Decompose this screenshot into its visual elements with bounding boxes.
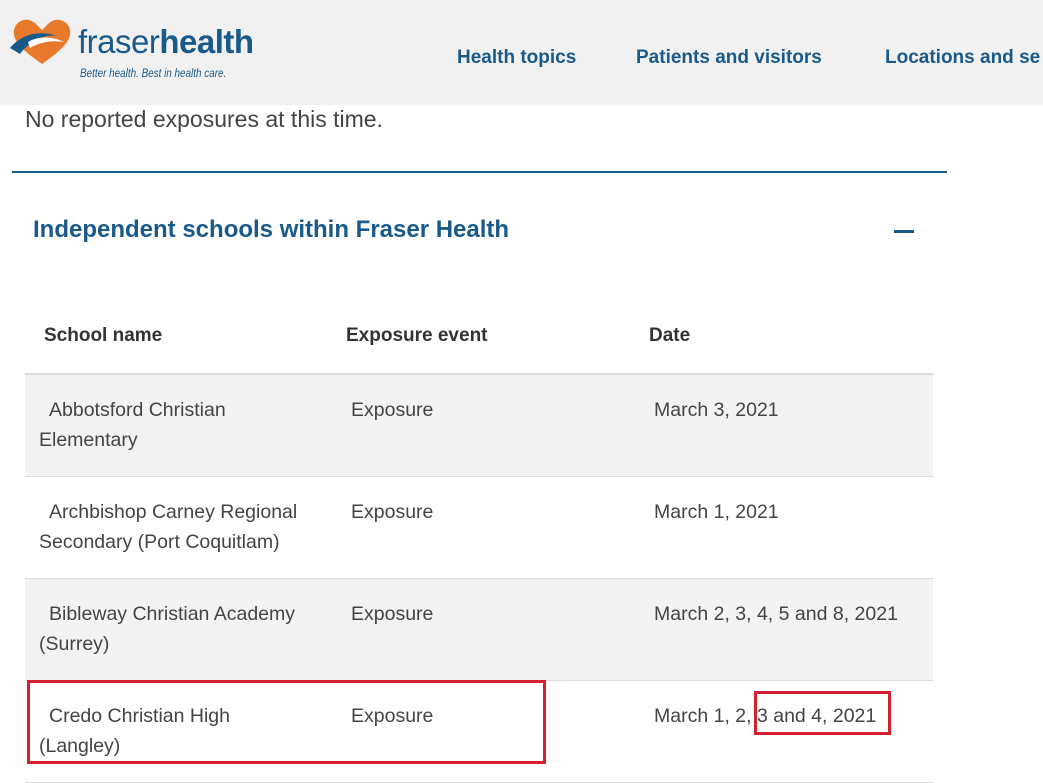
section-divider xyxy=(12,171,947,173)
table-row: Credo Christian High (Langley) Exposure M… xyxy=(25,681,933,783)
exposures-table: School name Exposure event Date Abbotsfo… xyxy=(25,305,933,783)
logo-tagline: Better health. Best in health care. xyxy=(80,68,227,80)
date-cell: March 3, 2021 xyxy=(654,399,779,421)
header-school-name: School name xyxy=(44,325,163,346)
header-exposure-event: Exposure event xyxy=(346,325,488,346)
logo-word-bold: health xyxy=(159,23,254,60)
date-cell: March 1, 2021 xyxy=(654,501,779,523)
logo-wordmark: fraserhealth xyxy=(78,22,254,62)
school-name-cell: Abbotsford Christian Elementary xyxy=(39,395,314,455)
nav-health-topics[interactable]: Health topics xyxy=(457,47,576,69)
school-name-line1: Abbotsford Christian xyxy=(49,399,226,421)
exposure-event-cell: Exposure xyxy=(351,705,434,727)
table-row: Bibleway Christian Academy (Surrey) Expos… xyxy=(25,579,933,681)
school-name-cell: Bibleway Christian Academy (Surrey) xyxy=(39,599,314,659)
no-exposures-notice: No reported exposures at this time. xyxy=(25,106,383,132)
date-cell: March 1, 2, 3 and 4, 2021 xyxy=(654,705,877,727)
school-name-line2: Elementary xyxy=(39,429,138,451)
table-row: Abbotsford Christian Elementary Exposure … xyxy=(25,375,933,477)
school-name-cell: Credo Christian High (Langley) xyxy=(39,701,314,761)
table-row: Archbishop Carney Regional Secondary (Por… xyxy=(25,477,933,579)
exposure-event-cell: Exposure xyxy=(351,603,434,625)
header-date: Date xyxy=(649,325,691,346)
school-name-line2: Secondary (Port Coquitlam) xyxy=(39,531,280,553)
heart-swoosh-icon xyxy=(10,19,71,65)
nav-patients-and-visitors[interactable]: Patients and visitors xyxy=(636,47,822,69)
exposure-event-cell: Exposure xyxy=(351,501,434,523)
exposure-event-cell: Exposure xyxy=(351,399,434,421)
school-name-line1: Archbishop Carney Regional xyxy=(49,501,298,523)
section-title[interactable]: Independent schools within Fraser Health xyxy=(33,216,509,244)
school-name-line2: (Surrey) xyxy=(39,633,110,655)
school-name-line1: Bibleway Christian Academy xyxy=(49,603,296,625)
nav-locations-and-services[interactable]: Locations and se xyxy=(885,47,1040,69)
minus-bar xyxy=(894,230,914,233)
table-header: School name Exposure event Date xyxy=(25,305,933,375)
fraserhealth-logo[interactable]: fraserhealth Better health. Best in heal… xyxy=(8,14,254,86)
minus-collapse-icon[interactable] xyxy=(890,217,920,247)
site-header: fraserhealth Better health. Best in heal… xyxy=(0,0,1043,105)
school-name-cell: Archbishop Carney Regional Secondary (Por… xyxy=(39,497,314,557)
school-name-line1: Credo Christian High xyxy=(49,705,230,727)
date-cell: March 2, 3, 4, 5 and 8, 2021 xyxy=(654,603,898,625)
school-name-line2: (Langley) xyxy=(39,735,121,757)
logo-word-light: fraser xyxy=(78,23,160,60)
